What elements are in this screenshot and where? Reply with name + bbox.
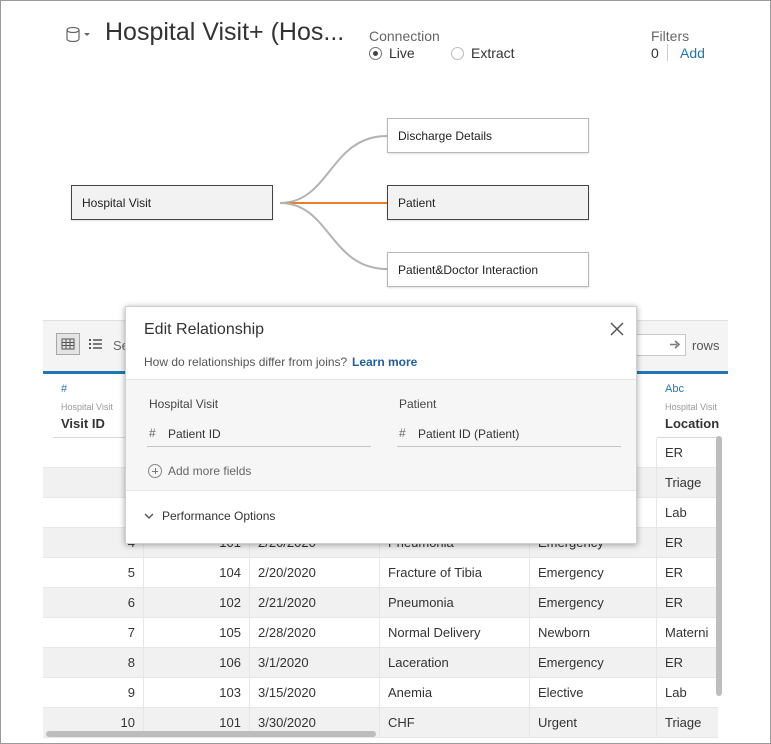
table-cell: 3/15/2020 (250, 678, 380, 707)
table-cell: Triage (665, 715, 702, 730)
grid-view-icon (61, 338, 75, 350)
relationship-links (279, 135, 388, 270)
table-cell: 7 (53, 618, 144, 647)
table-hospital-visit[interactable]: Hospital Visit (71, 185, 273, 220)
column-header-location[interactable]: Abc Hospital Visit Location (657, 374, 720, 438)
performance-options-toggle[interactable]: Performance Options (144, 509, 275, 523)
table-cell: CHF (380, 708, 530, 737)
table-patient-doctor-interaction[interactable]: Patient&Doctor Interaction (387, 252, 589, 287)
rows-label: rows (692, 338, 720, 353)
table-row: 6 102 2/21/2020 Pneumonia Emergency ER (43, 588, 718, 618)
table-cell: ER (665, 595, 684, 610)
table-cell: Emergency (530, 648, 657, 677)
relationships-help-text: How do relationships differ from joins? (144, 355, 348, 369)
left-table-label: Hospital Visit (149, 397, 219, 411)
table-cell: 9 (53, 678, 144, 707)
number-type-icon: # (399, 426, 406, 440)
link-patient-doctor-interaction (279, 202, 388, 270)
table-row: 8 106 3/1/2020 Laceration Emergency ER (43, 648, 718, 678)
table-cell: Elective (530, 678, 657, 707)
right-table-label: Patient (399, 397, 437, 411)
table-cell: Anemia (380, 678, 530, 707)
right-field-select[interactable]: # Patient ID (Patient) (397, 419, 621, 447)
column-name: Location (665, 416, 720, 431)
table-cell: Lab (665, 505, 687, 520)
table-cell: 3/1/2020 (250, 648, 380, 677)
table-cell: 5 (53, 558, 144, 587)
table-cell: Fracture of Tibia (380, 558, 530, 587)
number-type-icon: # (61, 383, 68, 395)
left-field-select[interactable]: # Patient ID (147, 419, 371, 447)
left-field-name: Patient ID (168, 427, 221, 441)
table-cell: 2/28/2020 (250, 618, 380, 647)
table-cell: Materni (665, 625, 709, 640)
add-circle-icon (148, 464, 162, 478)
performance-options-label: Performance Options (162, 509, 276, 523)
column-source: Hospital Visit (665, 402, 717, 412)
table-cell: 102 (144, 588, 250, 617)
string-type-icon: Abc (665, 383, 684, 395)
table-cell: ER (665, 565, 684, 580)
table-row: 5 104 2/20/2020 Fracture of Tibia Emergency E… (43, 558, 718, 588)
table-cell: ER (665, 655, 684, 670)
table-cell: Triage (665, 475, 702, 490)
table-cell: Laceration (380, 648, 530, 677)
column-source: Hospital Visit (61, 402, 113, 412)
table-cell: Emergency (530, 588, 657, 617)
close-icon[interactable] (610, 322, 624, 336)
table-cell: Emergency (530, 558, 657, 587)
table-cell: Normal Delivery (380, 618, 530, 647)
arrow-right-icon[interactable] (669, 338, 682, 351)
add-more-fields-label: Add more fields (168, 464, 252, 478)
link-discharge-details (279, 135, 388, 204)
learn-more-link[interactable]: Learn more (352, 355, 417, 369)
right-field-name: Patient ID (Patient) (418, 427, 520, 441)
table-cell: 106 (144, 648, 250, 677)
table-discharge-details[interactable]: Discharge Details (387, 118, 589, 153)
chevron-down-icon (144, 513, 154, 519)
table-cell: 8 (53, 648, 144, 677)
number-type-icon: # (149, 426, 156, 440)
table-cell: 103 (144, 678, 250, 707)
list-view-icon (89, 339, 102, 349)
table-cell: Pneumonia (380, 588, 530, 617)
table-patient[interactable]: Patient (387, 185, 589, 220)
edit-relationship-dialog: Edit Relationship How do relationships d… (125, 306, 637, 544)
table-cell: Lab (665, 685, 687, 700)
table-cell: 2/20/2020 (250, 558, 380, 587)
table-cell: 6 (53, 588, 144, 617)
table-cell: Urgent (530, 708, 657, 737)
add-more-fields-button[interactable]: Add more fields (148, 464, 251, 478)
horizontal-scrollbar[interactable] (46, 731, 376, 737)
column-name: Visit ID (61, 416, 105, 431)
table-row: 9 103 3/15/2020 Anemia Elective Lab (43, 678, 718, 708)
table-row: 7 105 2/28/2020 Normal Delivery Newborn Mater… (43, 618, 718, 648)
vertical-scrollbar[interactable] (716, 436, 722, 696)
table-cell: ER (665, 445, 684, 460)
table-cell: 104 (144, 558, 250, 587)
table-cell: 105 (144, 618, 250, 647)
table-cell: 2/21/2020 (250, 588, 380, 617)
table-cell: Newborn (530, 618, 657, 647)
dialog-title: Edit Relationship (144, 321, 265, 338)
grid-view-button[interactable] (56, 333, 80, 355)
table-cell: ER (665, 535, 684, 550)
list-view-button[interactable] (84, 333, 108, 355)
